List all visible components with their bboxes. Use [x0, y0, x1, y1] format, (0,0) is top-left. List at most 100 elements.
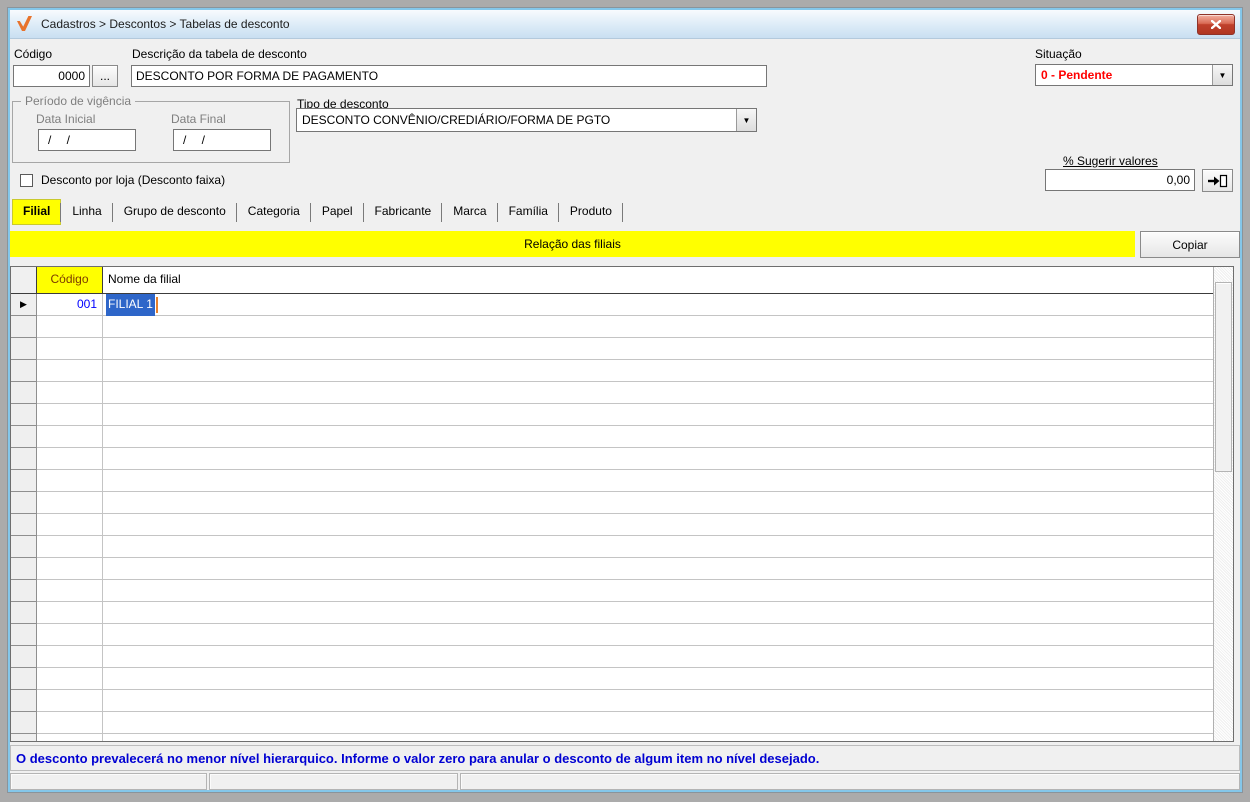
- cell-codigo[interactable]: [37, 646, 103, 668]
- cell-nome[interactable]: [103, 602, 1213, 624]
- cell-nome[interactable]: [103, 492, 1213, 514]
- cell-codigo[interactable]: [37, 448, 103, 470]
- cell-codigo[interactable]: [37, 514, 103, 536]
- row-indicator: [11, 668, 37, 690]
- cell-codigo[interactable]: [37, 426, 103, 448]
- table-row[interactable]: [11, 646, 1213, 668]
- cell-nome[interactable]: [103, 668, 1213, 690]
- table-row[interactable]: [11, 712, 1213, 734]
- table-row[interactable]: [11, 382, 1213, 404]
- grid-column-codigo[interactable]: Código: [37, 267, 103, 293]
- table-row[interactable]: [11, 426, 1213, 448]
- cell-codigo[interactable]: [37, 338, 103, 360]
- chevron-down-icon[interactable]: ▼: [736, 109, 756, 131]
- cell-codigo[interactable]: [37, 316, 103, 338]
- cell-nome[interactable]: FILIAL 1: [103, 294, 1213, 316]
- browse-button[interactable]: ...: [92, 65, 118, 87]
- close-button[interactable]: [1197, 14, 1235, 35]
- data-final-label: Data Final: [171, 112, 226, 126]
- tab-produto[interactable]: Produto: [559, 199, 623, 225]
- cell-nome[interactable]: [103, 360, 1213, 382]
- table-row[interactable]: [11, 514, 1213, 536]
- tab-familia[interactable]: Família: [498, 199, 560, 225]
- copy-button[interactable]: Copiar: [1140, 231, 1240, 258]
- tipo-desconto-combobox[interactable]: DESCONTO CONVÊNIO/CREDIÁRIO/FORMA DE PGT…: [296, 108, 757, 132]
- situacao-value: 0 - Pendente: [1041, 68, 1113, 82]
- cell-nome[interactable]: [103, 426, 1213, 448]
- cell-codigo[interactable]: [37, 360, 103, 382]
- cell-codigo[interactable]: [37, 536, 103, 558]
- row-indicator: [11, 514, 37, 536]
- cell-nome[interactable]: [103, 690, 1213, 712]
- cell-nome[interactable]: [103, 404, 1213, 426]
- table-row[interactable]: [11, 734, 1213, 741]
- data-final-input[interactable]: / /: [173, 129, 271, 151]
- grid-body: ▶ 001 FILIAL 1: [11, 294, 1213, 741]
- cell-codigo[interactable]: [37, 580, 103, 602]
- cell-codigo[interactable]: [37, 470, 103, 492]
- table-row[interactable]: [11, 536, 1213, 558]
- tab-categoria[interactable]: Categoria: [237, 199, 311, 225]
- table-row[interactable]: [11, 558, 1213, 580]
- cell-nome[interactable]: [103, 448, 1213, 470]
- data-inicial-input[interactable]: / /: [38, 129, 136, 151]
- cell-codigo[interactable]: [37, 690, 103, 712]
- cell-nome[interactable]: [103, 316, 1213, 338]
- cell-codigo[interactable]: [37, 558, 103, 580]
- table-row[interactable]: [11, 492, 1213, 514]
- cell-codigo[interactable]: [37, 602, 103, 624]
- vertical-scrollbar[interactable]: [1213, 267, 1233, 741]
- row-indicator: [11, 470, 37, 492]
- table-row[interactable]: [11, 470, 1213, 492]
- cell-codigo[interactable]: [37, 404, 103, 426]
- cell-nome[interactable]: [103, 536, 1213, 558]
- table-row[interactable]: [11, 404, 1213, 426]
- cell-codigo[interactable]: [37, 492, 103, 514]
- chevron-down-icon[interactable]: ▼: [1212, 65, 1232, 85]
- table-row[interactable]: [11, 690, 1213, 712]
- arrow-to-document-icon: [1208, 174, 1228, 187]
- table-row[interactable]: [11, 624, 1213, 646]
- sugerir-input[interactable]: 0,00: [1045, 169, 1195, 191]
- cell-codigo[interactable]: 001: [37, 294, 103, 316]
- cell-nome[interactable]: [103, 712, 1213, 734]
- cell-nome[interactable]: [103, 338, 1213, 360]
- table-row[interactable]: [11, 580, 1213, 602]
- tab-papel[interactable]: Papel: [311, 199, 364, 225]
- cell-nome[interactable]: [103, 470, 1213, 492]
- table-row[interactable]: [11, 602, 1213, 624]
- cell-nome[interactable]: [103, 734, 1213, 741]
- situacao-combobox[interactable]: 0 - Pendente ▼: [1035, 64, 1233, 86]
- codigo-input[interactable]: 0000: [13, 65, 90, 87]
- cell-nome[interactable]: [103, 558, 1213, 580]
- apply-suggest-button[interactable]: [1202, 169, 1233, 192]
- cell-nome[interactable]: [103, 580, 1213, 602]
- table-row[interactable]: ▶ 001 FILIAL 1: [11, 294, 1213, 316]
- cell-nome[interactable]: [103, 382, 1213, 404]
- cell-codigo[interactable]: [37, 734, 103, 741]
- tipo-desconto-value: DESCONTO CONVÊNIO/CREDIÁRIO/FORMA DE PGT…: [302, 113, 611, 127]
- descricao-input[interactable]: DESCONTO POR FORMA DE PAGAMENTO: [131, 65, 767, 87]
- tab-grupo-de-desconto[interactable]: Grupo de desconto: [113, 199, 237, 225]
- cell-codigo[interactable]: [37, 712, 103, 734]
- table-row[interactable]: [11, 338, 1213, 360]
- scrollbar-thumb[interactable]: [1215, 282, 1232, 472]
- table-row[interactable]: [11, 668, 1213, 690]
- status-panel: [460, 773, 1240, 790]
- cell-nome[interactable]: [103, 514, 1213, 536]
- desconto-loja-checkbox[interactable]: [20, 174, 33, 187]
- table-row[interactable]: [11, 316, 1213, 338]
- cell-nome[interactable]: [103, 624, 1213, 646]
- tab-fabricante[interactable]: Fabricante: [364, 199, 443, 225]
- tab-marca[interactable]: Marca: [442, 199, 498, 225]
- cell-nome[interactable]: [103, 646, 1213, 668]
- cell-codigo[interactable]: [37, 382, 103, 404]
- cell-codigo[interactable]: [37, 624, 103, 646]
- table-row[interactable]: [11, 360, 1213, 382]
- desconto-loja-label: Desconto por loja (Desconto faixa): [41, 173, 226, 187]
- table-row[interactable]: [11, 448, 1213, 470]
- cell-codigo[interactable]: [37, 668, 103, 690]
- grid-column-nome[interactable]: Nome da filial: [103, 267, 1213, 293]
- tab-linha[interactable]: Linha: [61, 199, 114, 225]
- tab-filial[interactable]: Filial: [12, 199, 62, 225]
